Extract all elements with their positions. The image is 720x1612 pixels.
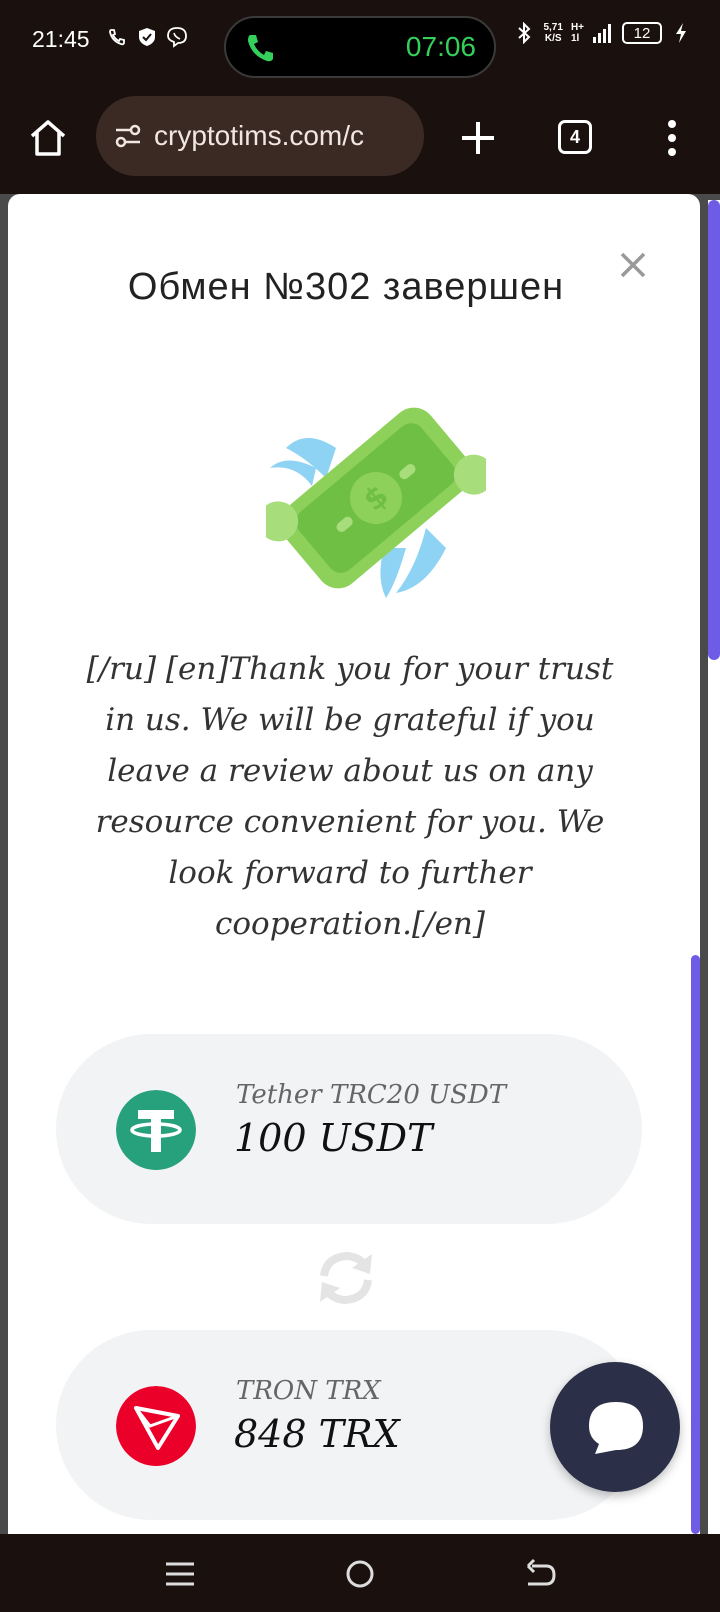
viber-icon [166,26,188,48]
charging-icon [670,22,692,44]
send-currency-name: Tether TRC20 USDT [236,1080,507,1110]
shield-icon [136,26,158,48]
web-page: Обмен №302 завершен $ [/ru] [en]Thank yo… [0,194,720,1534]
signal-icon [592,22,614,44]
network-speed: 5,71 K/S [543,22,562,44]
site-settings-icon[interactable] [112,120,144,152]
thank-you-message: [/ru] [en]Thank you for your trust in us… [86,651,614,942]
network-speed-value: 5,71 [543,22,563,33]
exchange-arrows-icon [320,1251,372,1305]
bluetooth-icon [513,22,535,44]
network-speed-unit: K/S [544,33,562,44]
network-type-sub: 1l [570,33,580,44]
receive-amount: 848 TRX [234,1412,400,1456]
new-tab-icon[interactable] [454,114,502,162]
browser-toolbar: cryptotims.com/c 4 [0,84,720,194]
phone-icon [248,35,273,62]
battery-indicator: 12 [622,22,662,44]
recent-apps-icon[interactable] [160,1554,200,1594]
home-icon[interactable] [24,114,72,162]
modal-title: Обмен №302 завершен [127,266,565,308]
tether-logo-icon [116,1090,196,1170]
exchange-complete-modal: Обмен №302 завершен $ [/ru] [en]Thank yo… [8,194,700,1534]
system-navigation-bar [0,1534,720,1612]
home-nav-icon[interactable] [340,1554,380,1594]
status-notifications [106,26,188,48]
active-call-pill[interactable]: 07:06 [224,16,496,78]
send-currency-card: Tether TRC20 USDT 100 USDT [56,1034,642,1224]
more-menu-icon[interactable] [660,114,684,162]
chat-button[interactable] [550,1362,680,1492]
call-timer: 07:06 [405,31,476,62]
status-system-icons: 5,71 K/S H+ 1l 12 [513,22,692,44]
address-bar[interactable]: cryptotims.com/c [96,96,424,176]
tron-logo-icon [116,1386,196,1466]
back-icon[interactable] [520,1554,560,1594]
status-time: 21:45 [32,26,90,52]
network-type: H+ 1l [571,22,584,44]
send-amount: 100 USDT [234,1116,433,1160]
scrollbar-thumb[interactable] [691,955,700,1534]
tab-switcher-button[interactable]: 4 [558,120,592,154]
wifi-call-icon [106,26,128,48]
flying-money-icon: $ [266,407,486,598]
scrollbar-accent-top [708,200,720,660]
status-bar: 21:45 07:06 5,71 K/S H+ 1l 12 [0,0,720,84]
url-text: cryptotims.com/c [154,120,365,151]
chat-bubble-icon [589,1402,643,1454]
receive-currency-name: TRON TRX [236,1376,381,1406]
network-type-label: H+ [570,22,584,33]
